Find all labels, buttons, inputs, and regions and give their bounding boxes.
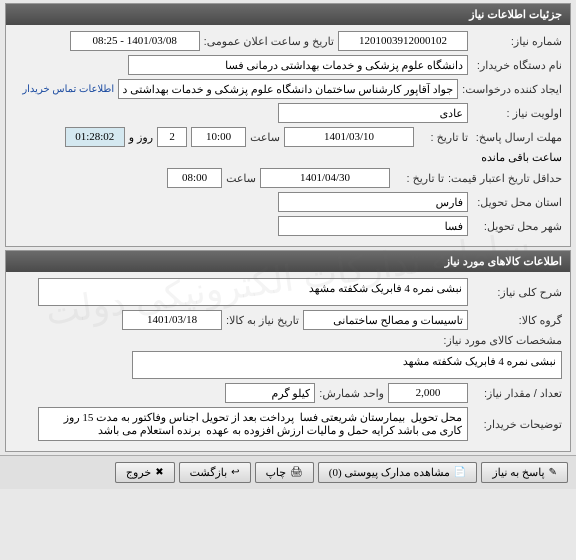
buyer-name-label: نام دستگاه خریدار: bbox=[472, 59, 562, 72]
panel1-body: شماره نیاز: تاریخ و ساعت اعلان عمومی: نا… bbox=[6, 25, 570, 246]
province-input[interactable] bbox=[278, 192, 468, 212]
goods-panel: اطلاعات کالاهای مورد نیاز شرح کلی نیاز: … bbox=[5, 250, 571, 452]
deadline-date-input[interactable] bbox=[284, 127, 414, 147]
hour-label1: ساعت bbox=[250, 131, 280, 144]
spec-input[interactable] bbox=[132, 351, 562, 379]
row-qty: تعداد / مقدار نیاز: واحد شمارش: bbox=[14, 383, 562, 403]
row-deadline: مهلت ارسال پاسخ: تا تاریخ : ساعت روز و س… bbox=[14, 127, 562, 164]
row-priority: اولویت نیاز : bbox=[14, 103, 562, 123]
need-no-label: شماره نیاز: bbox=[472, 35, 562, 48]
need-no-input[interactable] bbox=[338, 31, 468, 51]
reply-button[interactable]: ✎ پاسخ به نیاز bbox=[481, 462, 568, 483]
requester-label: ایجاد کننده درخواست: bbox=[462, 83, 562, 96]
unit-input[interactable] bbox=[225, 383, 315, 403]
province-label: استان محل تحویل: bbox=[472, 196, 562, 209]
panel2-header: اطلاعات کالاهای مورد نیاز bbox=[6, 251, 570, 272]
notes-input[interactable] bbox=[38, 407, 468, 441]
need-date-input[interactable] bbox=[122, 310, 222, 330]
reply-label: پاسخ به نیاز bbox=[492, 466, 544, 479]
view-docs-button[interactable]: 📄 مشاهده مدارک پیوستی (0) bbox=[318, 462, 478, 483]
remaining-label: ساعت باقی مانده bbox=[481, 151, 562, 164]
panel2-body: شرح کلی نیاز: گروه کالا: تاریخ نیاز به ک… bbox=[6, 272, 570, 451]
row-buyer: نام دستگاه خریدار: bbox=[14, 55, 562, 75]
spec-label: مشخصات کالای مورد نیاز: bbox=[443, 334, 562, 347]
row-price-valid: حداقل تاریخ اعتبار قیمت: تا تاریخ : ساعت bbox=[14, 168, 562, 188]
row-city: شهر محل تحویل: bbox=[14, 216, 562, 236]
desc-label: شرح کلی نیاز: bbox=[472, 286, 562, 299]
exit-button[interactable]: ✖ خروج bbox=[115, 462, 175, 483]
reply-icon: ✎ bbox=[549, 467, 557, 478]
group-input[interactable] bbox=[303, 310, 468, 330]
row-group: گروه کالا: تاریخ نیاز به کالا: bbox=[14, 310, 562, 330]
priority-label: اولویت نیاز : bbox=[472, 107, 562, 120]
exit-icon: ✖ bbox=[155, 467, 163, 478]
print-icon: 🖨 bbox=[290, 467, 303, 478]
need-details-panel: جزئیات اطلاعات نیاز شماره نیاز: تاریخ و … bbox=[5, 3, 571, 247]
unit-label: واحد شمارش: bbox=[319, 387, 384, 400]
days-remain-input bbox=[157, 127, 187, 147]
row-desc: شرح کلی نیاز: bbox=[14, 278, 562, 306]
to-date-label2: تا تاریخ : bbox=[394, 172, 444, 185]
print-button[interactable]: 🖨 چاپ bbox=[255, 462, 314, 483]
buyer-contact-link[interactable]: اطلاعات تماس خریدار bbox=[22, 84, 114, 95]
deadline-label: مهلت ارسال پاسخ: bbox=[472, 131, 562, 144]
view-docs-label: مشاهده مدارک پیوستی (0) bbox=[329, 466, 450, 479]
priority-input[interactable] bbox=[278, 103, 468, 123]
row-spec: مشخصات کالای مورد نیاز: bbox=[14, 334, 562, 379]
buyer-name-input[interactable] bbox=[128, 55, 468, 75]
days-label: روز و bbox=[129, 131, 153, 144]
price-valid-label: حداقل تاریخ اعتبار قیمت: bbox=[448, 172, 562, 185]
requester-input[interactable] bbox=[118, 79, 458, 99]
docs-icon: 📄 bbox=[454, 467, 466, 478]
notes-label: توضیحات خریدار: bbox=[472, 418, 562, 431]
print-label: چاپ bbox=[266, 466, 287, 479]
city-label: شهر محل تحویل: bbox=[472, 220, 562, 233]
back-label: بازگشت bbox=[190, 466, 228, 479]
deadline-time-input[interactable] bbox=[191, 127, 246, 147]
footer-bar: ✎ پاسخ به نیاز 📄 مشاهده مدارک پیوستی (0)… bbox=[0, 455, 576, 489]
qty-input[interactable] bbox=[388, 383, 468, 403]
desc-input[interactable] bbox=[38, 278, 468, 306]
row-province: استان محل تحویل: bbox=[14, 192, 562, 212]
announce-label: تاریخ و ساعت اعلان عمومی: bbox=[204, 35, 334, 48]
row-notes: توضیحات خریدار: bbox=[14, 407, 562, 441]
hour-label2: ساعت bbox=[226, 172, 256, 185]
price-valid-date-input[interactable] bbox=[260, 168, 390, 188]
exit-label: خروج bbox=[126, 466, 151, 479]
back-button[interactable]: ↩ بازگشت bbox=[179, 462, 251, 483]
to-date-label1: تا تاریخ : bbox=[418, 131, 468, 144]
price-valid-time-input[interactable] bbox=[167, 168, 222, 188]
announce-value[interactable] bbox=[70, 31, 200, 51]
row-requester: ایجاد کننده درخواست: اطلاعات تماس خریدار bbox=[14, 79, 562, 99]
group-label: گروه کالا: bbox=[472, 314, 562, 327]
panel1-header: جزئیات اطلاعات نیاز bbox=[6, 4, 570, 25]
city-input[interactable] bbox=[278, 216, 468, 236]
row-need-no: شماره نیاز: تاریخ و ساعت اعلان عمومی: bbox=[14, 31, 562, 51]
need-date-label: تاریخ نیاز به کالا: bbox=[226, 314, 299, 327]
back-icon: ↩ bbox=[231, 467, 239, 478]
qty-label: تعداد / مقدار نیاز: bbox=[472, 387, 562, 400]
countdown-input bbox=[65, 127, 125, 147]
